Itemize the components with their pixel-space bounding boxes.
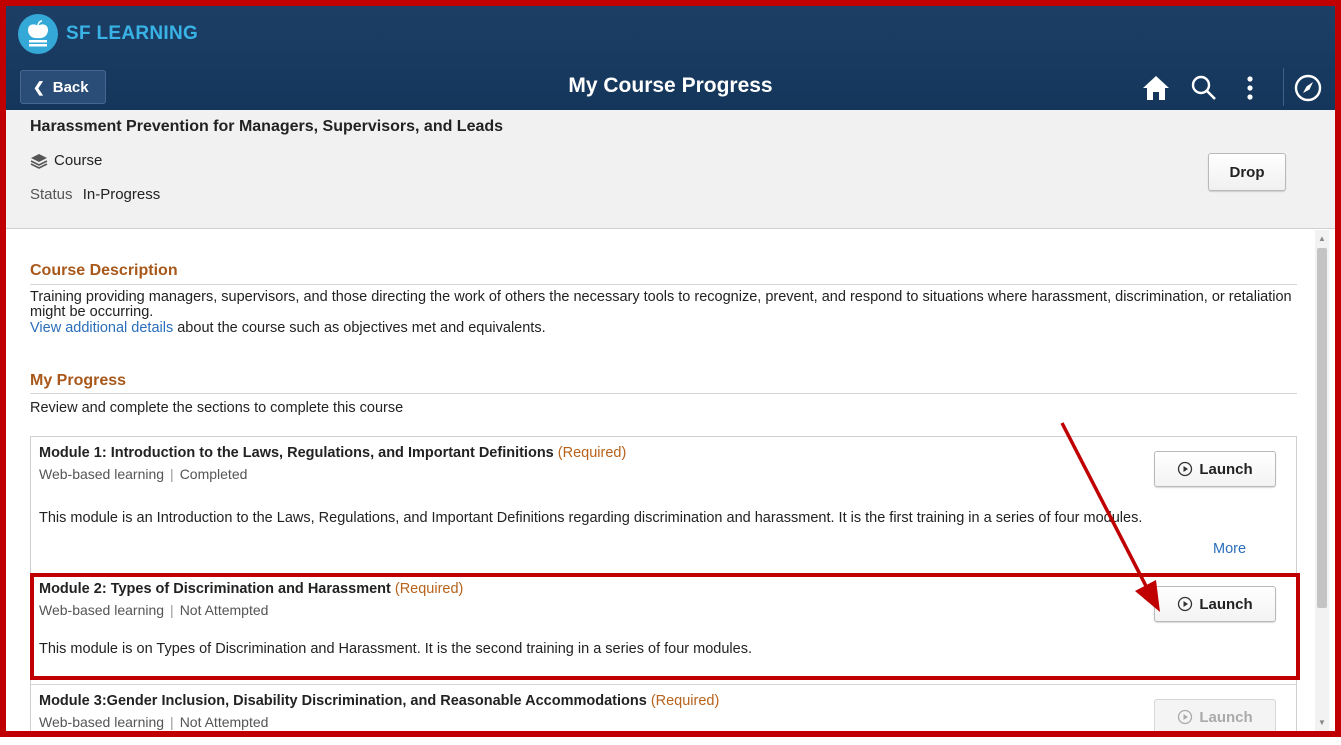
divider — [30, 393, 1297, 394]
more-options-icon[interactable] — [1234, 72, 1266, 104]
course-type: Course — [30, 152, 102, 169]
launch-label: Launch — [1199, 460, 1253, 478]
module-status: Not Attempted — [179, 602, 269, 618]
my-progress-heading: My Progress — [30, 372, 127, 389]
module-description: This module is an Introduction to the La… — [39, 510, 1143, 526]
apple-book-logo-icon — [18, 14, 58, 54]
required-tag: (Required) — [557, 445, 627, 461]
module-meta: Web-based learning | Completed — [39, 466, 248, 482]
nav-bar: ❮ Back My Course Progress — [0, 64, 1341, 110]
required-tag: (Required) — [394, 581, 464, 597]
drop-button[interactable]: Drop — [1208, 153, 1286, 191]
home-icon[interactable] — [1140, 72, 1172, 104]
course-type-label: Course — [54, 152, 103, 169]
app-header: SF LEARNING ❮ Back My Course Progress — [0, 0, 1341, 110]
brand-name: SF LEARNING — [66, 23, 199, 44]
launch-button-disabled[interactable]: Launch — [1154, 699, 1276, 735]
status-label: Status — [30, 186, 73, 203]
launch-button[interactable]: Launch — [1154, 586, 1276, 622]
play-circle-icon — [1178, 709, 1193, 725]
progress-instructions: Review and complete the sections to comp… — [30, 400, 404, 416]
divider — [30, 284, 1297, 285]
module-title: Module 2: Types of Discrimination and Ha… — [39, 581, 463, 597]
module-meta: Web-based learning | Not Attempted — [39, 714, 269, 730]
more-link[interactable]: More — [1213, 541, 1246, 557]
module-status: Not Attempted — [179, 714, 269, 730]
nav-divider — [1283, 68, 1284, 106]
module-item: Module 3:Gender Inclusion, Disability Di… — [31, 685, 1296, 745]
module-list: Module 1: Introduction to the Laws, Regu… — [30, 436, 1297, 736]
link-suffix: about the course such as objectives met … — [173, 320, 546, 336]
course-description-text: Training providing managers, supervisors… — [30, 289, 1292, 320]
launch-button[interactable]: Launch — [1154, 451, 1276, 487]
vertical-scrollbar[interactable]: ▲ ▼ — [1315, 230, 1329, 731]
module-title: Module 3:Gender Inclusion, Disability Di… — [39, 693, 719, 709]
course-description: Training providing managers, supervisors… — [30, 290, 1300, 336]
required-tag: (Required) — [650, 693, 720, 709]
module-type: Web-based learning — [39, 466, 165, 482]
launch-label: Launch — [1199, 708, 1253, 726]
course-title: Harassment Prevention for Managers, Supe… — [30, 118, 504, 135]
play-circle-icon — [1178, 461, 1193, 477]
course-status: Status In-Progress — [30, 186, 160, 203]
search-icon[interactable] — [1188, 72, 1220, 104]
navigator-compass-icon[interactable] — [1292, 72, 1324, 104]
module-meta: Web-based learning | Not Attempted — [39, 602, 269, 618]
module-description: This module is on Types of Discriminatio… — [39, 641, 752, 657]
course-description-heading: Course Description — [30, 262, 178, 279]
play-circle-icon — [1178, 596, 1193, 612]
stack-icon — [30, 153, 48, 169]
module-item: Module 1: Introduction to the Laws, Regu… — [31, 437, 1296, 574]
module-name: Module 1: Introduction to the Laws, Regu… — [39, 445, 554, 461]
scroll-thumb[interactable] — [1317, 248, 1327, 608]
module-item: Module 2: Types of Discrimination and Ha… — [31, 574, 1296, 685]
launch-label: Launch — [1199, 595, 1253, 613]
module-type: Web-based learning — [39, 714, 165, 730]
module-title: Module 1: Introduction to the Laws, Regu… — [39, 445, 626, 461]
scroll-down-icon[interactable]: ▼ — [1318, 718, 1326, 727]
scroll-up-icon[interactable]: ▲ — [1318, 234, 1326, 243]
module-name: Module 2: Types of Discrimination and Ha… — [39, 581, 391, 597]
status-value: In-Progress — [82, 186, 161, 203]
view-additional-details-link[interactable]: View additional details — [30, 320, 173, 336]
module-status: Completed — [179, 466, 248, 482]
module-name: Module 3:Gender Inclusion, Disability Di… — [39, 693, 647, 709]
brand: SF LEARNING — [18, 14, 198, 54]
module-type: Web-based learning — [39, 602, 165, 618]
